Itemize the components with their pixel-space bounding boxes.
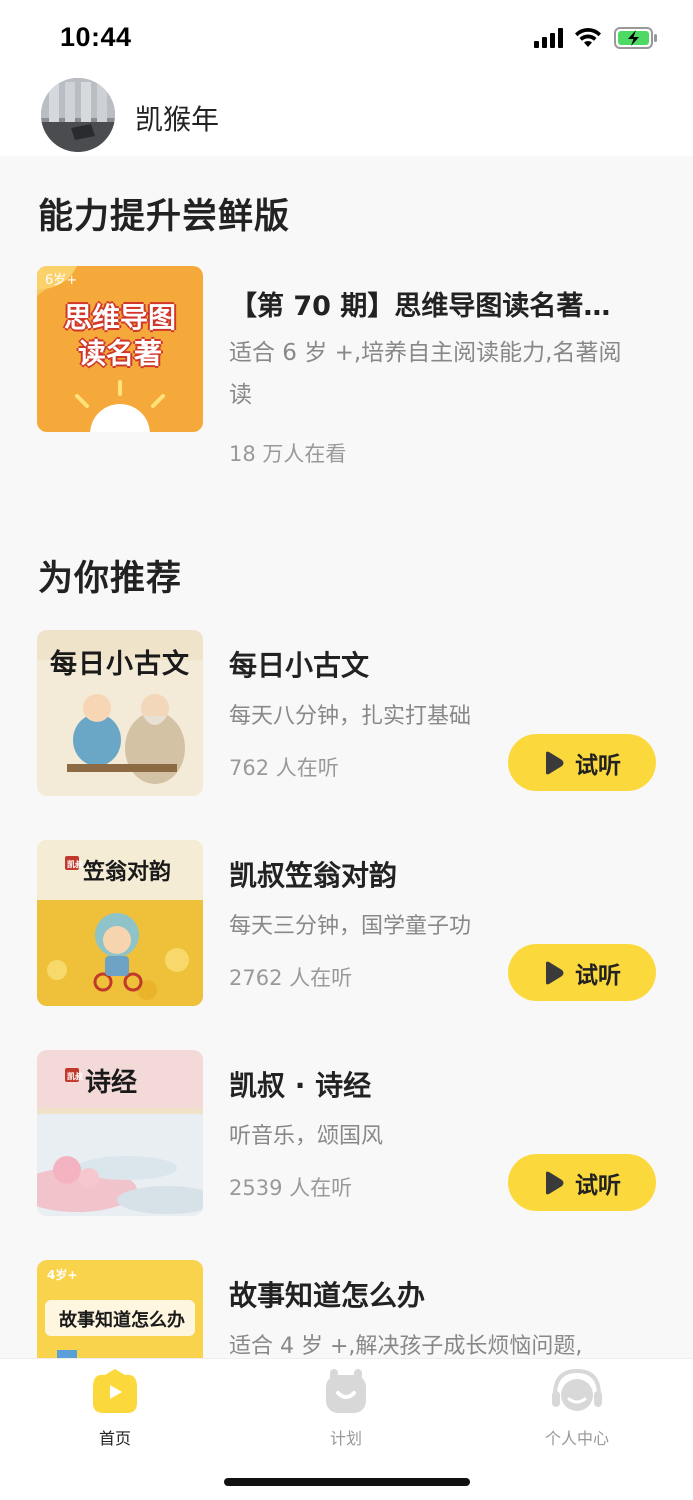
featured-section-title: 能力提升尝鲜版 — [38, 197, 291, 237]
try-listen-button[interactable]: 试听 — [508, 734, 656, 791]
home-icon — [93, 1369, 137, 1413]
recommend-cover-image: 凯叔 诗经 — [37, 1050, 203, 1216]
recommend-cover-image: 每日小古文 — [37, 630, 203, 796]
featured-course-card[interactable]: 6岁+ 思维导图 读名著 【第 70 期】思维导图读名著… 适合 6 岁 +,培… — [0, 262, 693, 492]
recommend-listeners: 2539 人在听 — [229, 1176, 353, 1200]
recommend-cover-badge: 凯叔 — [67, 860, 83, 869]
featured-cover-image: 6岁+ 思维导图 读名著 — [37, 266, 203, 432]
tab-home-label: 首页 — [98, 1429, 131, 1448]
recommend-cover-tag: 4岁+ — [47, 1268, 78, 1282]
recommend-section-title: 为你推荐 — [38, 559, 183, 599]
tab-home[interactable]: 首页 — [55, 1367, 175, 1449]
recommend-cover-text: 笠翁对韵 — [83, 860, 172, 885]
recommend-description: 每天八分钟，扎实打基础 — [229, 704, 472, 729]
recommend-title: 每日小古文 — [229, 649, 370, 682]
featured-course-views: 18 万人在看 — [229, 442, 347, 466]
avatar[interactable] — [41, 78, 115, 152]
featured-course-description: 适合 6 岁 +,培养自主阅读能力,名著阅读 — [229, 340, 622, 408]
home-indicator — [224, 1478, 470, 1486]
recommend-title: 故事知道怎么办 — [229, 1279, 426, 1312]
wifi-icon — [575, 27, 601, 47]
play-icon — [546, 961, 564, 984]
recommend-cover-text: 故事知道怎么办 — [59, 1310, 185, 1331]
featured-cover-age-tag: 6岁+ — [45, 273, 77, 288]
tab-profile[interactable]: 个人中心 — [517, 1367, 637, 1449]
tab-plan-label: 计划 — [329, 1429, 362, 1448]
profile-header: 凯猴年 — [0, 72, 693, 156]
tab-plan[interactable]: 计划 — [286, 1367, 406, 1449]
try-listen-label: 试听 — [575, 752, 621, 779]
recommend-item[interactable]: 凯叔 笠翁对韵 凯叔笠翁对韵 每天三分钟，国学童子功 2762 人在听 试听 — [0, 840, 693, 1010]
recommend-cover-text: 每日小古文 — [50, 649, 190, 680]
recommend-listeners: 2762 人在听 — [229, 966, 353, 990]
username[interactable]: 凯猴年 — [135, 98, 219, 138]
recommend-title: 凯叔 · 诗经 — [229, 1069, 372, 1102]
recommend-description: 每天三分钟，国学童子功 — [229, 914, 472, 939]
try-listen-label: 试听 — [575, 1172, 621, 1199]
battery-charging-icon — [614, 27, 657, 49]
recommend-cover-text: 诗经 — [85, 1068, 138, 1098]
try-listen-label: 试听 — [575, 962, 621, 989]
signal-icon — [534, 28, 563, 48]
featured-cover-title-line1: 思维导图 — [63, 301, 176, 334]
featured-course-title: 【第 70 期】思维导图读名著… — [230, 291, 611, 322]
play-icon — [546, 1171, 564, 1194]
recommend-description: 适合 4 岁 +,解决孩子成长烦恼问题, — [229, 1334, 583, 1359]
recommend-item[interactable]: 凯叔 诗经 凯叔 · 诗经 听音乐，颂国风 2539 人在听 试听 — [0, 1050, 693, 1220]
recommend-cover-image: 凯叔 笠翁对韵 — [37, 840, 203, 1006]
try-listen-button[interactable]: 试听 — [508, 1154, 656, 1211]
plan-icon — [326, 1369, 366, 1413]
tab-profile-label: 个人中心 — [544, 1429, 609, 1448]
profile-icon — [552, 1368, 602, 1411]
recommend-title: 凯叔笠翁对韵 — [229, 859, 398, 892]
recommend-description: 听音乐，颂国风 — [229, 1124, 384, 1149]
status-bar: 10:44 — [0, 0, 693, 72]
play-icon — [546, 751, 564, 774]
recommend-cover-badge: 凯叔 — [67, 1072, 83, 1081]
try-listen-button[interactable]: 试听 — [508, 944, 656, 1001]
status-time: 10:44 — [60, 22, 132, 52]
recommend-item[interactable]: 每日小古文 每日小古文 每天八分钟，扎实打基础 762 人在听 试听 — [0, 630, 693, 800]
featured-cover-title-line2: 读名著 — [77, 337, 162, 370]
recommend-listeners: 762 人在听 — [229, 756, 339, 780]
